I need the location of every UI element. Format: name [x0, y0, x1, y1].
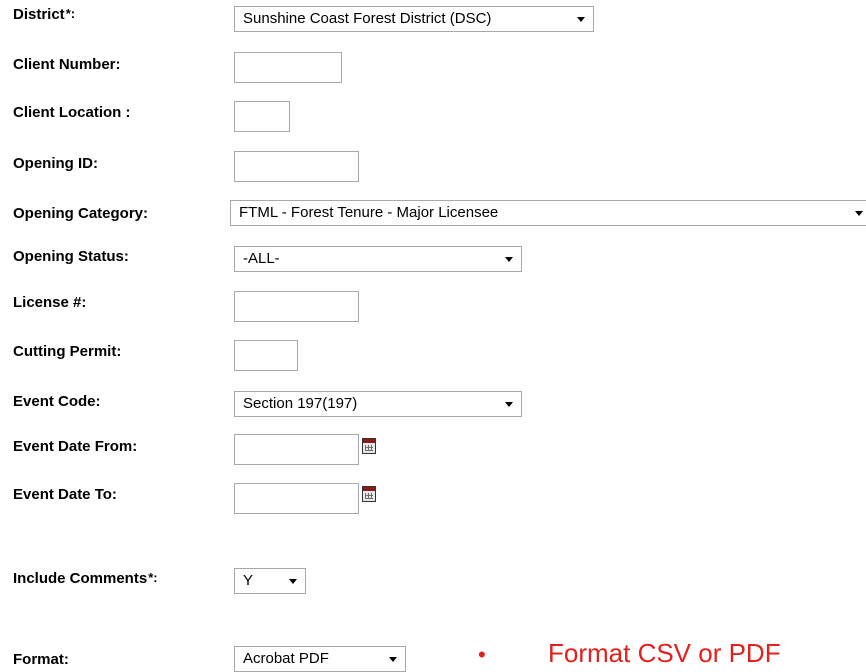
license-label: License #:	[13, 294, 87, 311]
opening-id-label: Opening ID:	[13, 155, 98, 172]
calendar-icon[interactable]	[362, 438, 376, 454]
format-note-text: Format CSV or PDF	[548, 638, 781, 668]
chevron-down-icon	[855, 211, 863, 216]
event-code-select[interactable]: Section 197(197)	[234, 391, 522, 417]
opening-status-label: Opening Status:	[13, 248, 129, 265]
district-select[interactable]: Sunshine Coast Forest District (DSC)	[234, 6, 594, 32]
event-date-from-label: Event Date From:	[13, 438, 138, 455]
client-location-label: Client Location :	[13, 104, 131, 121]
opening-status-select[interactable]: -ALL-	[234, 246, 522, 272]
chevron-down-icon	[505, 402, 513, 407]
calendar-icon-grid	[365, 493, 373, 499]
opening-category-select-value: FTML - Forest Tenure - Major Licensee	[239, 204, 499, 221]
include-comments-label-text: Include Comments	[13, 570, 148, 587]
cutting-permit-field[interactable]	[234, 340, 298, 371]
chevron-down-icon	[289, 579, 297, 584]
cutting-permit-label: Cutting Permit:	[13, 343, 122, 360]
license-field[interactable]	[234, 291, 359, 322]
district-label-text: District	[13, 6, 65, 23]
district-select-value: Sunshine Coast Forest District (DSC)	[243, 10, 492, 27]
required-asterisk: *:	[65, 6, 76, 21]
client-number-field[interactable]	[234, 52, 342, 83]
calendar-icon[interactable]	[362, 486, 376, 502]
format-select[interactable]: Acrobat PDF	[234, 646, 406, 672]
client-location-field[interactable]	[234, 101, 290, 132]
event-code-label: Event Code:	[13, 393, 101, 410]
bullet-icon: •	[478, 642, 486, 667]
chevron-down-icon	[577, 17, 585, 22]
format-label: Format:	[13, 651, 69, 668]
calendar-icon-header	[363, 487, 375, 491]
required-asterisk: *:	[148, 570, 158, 585]
event-date-to-label: Event Date To:	[13, 486, 117, 503]
event-date-to-field[interactable]	[234, 483, 359, 514]
event-code-select-value: Section 197(197)	[243, 395, 358, 412]
format-select-value: Acrobat PDF	[243, 650, 329, 667]
opening-category-select[interactable]: FTML - Forest Tenure - Major Licensee	[230, 200, 866, 226]
chevron-down-icon	[505, 257, 513, 262]
include-comments-select-value: Y	[243, 572, 254, 589]
include-comments-label: Include Comments*:	[13, 570, 158, 588]
opening-id-field[interactable]	[234, 151, 359, 182]
calendar-icon-grid	[365, 445, 373, 451]
format-note: • Format CSV or PDF	[478, 638, 781, 670]
calendar-icon-header	[363, 439, 375, 443]
event-date-from-field[interactable]	[234, 434, 359, 465]
client-number-label: Client Number:	[13, 56, 121, 73]
include-comments-select[interactable]: Y	[234, 568, 306, 594]
district-label: District*:	[13, 6, 75, 24]
chevron-down-icon	[389, 657, 397, 662]
opening-category-label: Opening Category:	[13, 205, 149, 222]
opening-status-select-value: -ALL-	[243, 250, 280, 267]
